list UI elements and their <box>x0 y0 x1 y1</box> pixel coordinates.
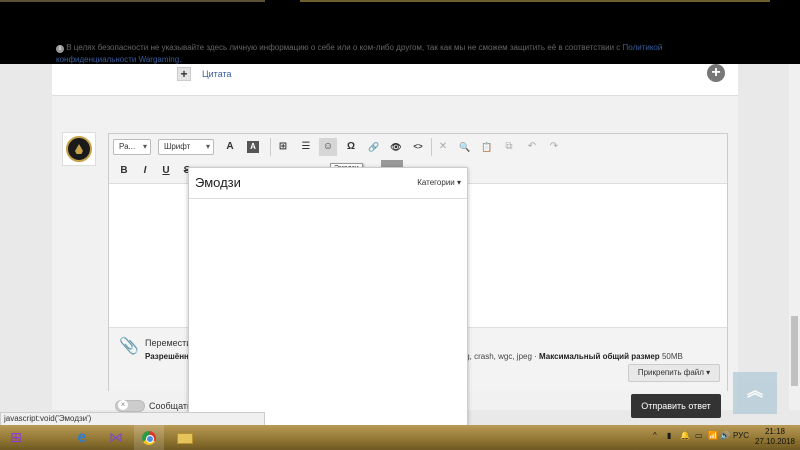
attach-hint: Перемести <box>145 338 192 348</box>
chrome-icon[interactable] <box>139 428 159 447</box>
send-reply-button[interactable]: Отправить ответ <box>631 394 721 418</box>
status-url: javascript:void('Эмодзи') <box>0 412 265 426</box>
tray-display-icon[interactable]: ▭ <box>695 431 703 440</box>
top-accent-line-right <box>300 0 770 2</box>
allowed-extensions: log, crash, wgc, jpeg · <box>459 352 537 361</box>
link-icon[interactable]: 🔗 <box>365 138 383 156</box>
tray-network-icon[interactable]: 📶 <box>708 431 718 440</box>
source-code-icon[interactable]: <> <box>409 138 427 156</box>
special-char-icon[interactable]: Ω <box>342 138 360 156</box>
text-color-icon[interactable]: A <box>221 138 239 156</box>
privacy-notice-text: В целях безопасности не указывайте здесь… <box>66 43 621 52</box>
taskbar: ⊞ e ⋈ ^ ▮ 🔔 ▭ 📶 🔊 РУС 21:18 27.10.2018 <box>0 425 800 450</box>
max-size-label: Максимальный общий размер <box>539 352 660 361</box>
tray-notification-icon[interactable]: 🔔 <box>680 431 690 440</box>
user-avatar <box>62 132 96 166</box>
taskbar-clock[interactable]: 21:18 27.10.2018 <box>752 427 798 447</box>
tray-volume-icon[interactable]: 🔊 <box>720 431 730 440</box>
underline-button[interactable]: U <box>157 162 175 180</box>
emoji-panel-divider <box>189 198 467 199</box>
info-icon: i <box>56 45 64 53</box>
page-scrollbar[interactable] <box>789 64 800 410</box>
emoji-categories-dropdown[interactable]: Категории ▾ <box>417 178 461 187</box>
privacy-notice: i В целях безопасности не указывайте зде… <box>56 42 676 66</box>
tray-battery-icon[interactable]: ▮ <box>667 431 671 440</box>
internet-explorer-icon[interactable]: e <box>72 428 92 447</box>
paperclip-icon: 📎 <box>119 338 139 355</box>
add-circle-button[interactable]: + <box>707 64 725 82</box>
allowed-label: Разрешённ <box>145 352 189 361</box>
scrollbar-thumb[interactable] <box>791 316 798 386</box>
toolbar-divider <box>431 138 432 156</box>
italic-button[interactable]: I <box>136 162 154 180</box>
tray-expand-icon[interactable]: ^ <box>653 431 657 440</box>
attach-file-button[interactable]: Прикрепить файл ▾ <box>628 364 720 382</box>
max-size-value: 50MB <box>661 352 683 361</box>
quote-expand-button[interactable]: + <box>177 67 191 81</box>
top-accent-line-left <box>0 0 265 2</box>
language-indicator[interactable]: РУС <box>733 431 749 440</box>
undo-icon[interactable]: ↶ <box>523 138 541 156</box>
clock-date: 27.10.2018 <box>754 437 796 446</box>
background-color-icon[interactable]: A <box>247 141 259 153</box>
toolbar-divider <box>270 138 271 156</box>
emoji-panel-title: Эмодзи <box>195 175 241 190</box>
notify-label: Сообщать <box>149 401 192 411</box>
quote-label[interactable]: Цитата <box>202 69 232 79</box>
cut-icon[interactable]: ✕ <box>434 138 452 156</box>
font-family-dropdown[interactable]: Шрифт <box>158 139 214 155</box>
privacy-notice-end: . <box>179 55 182 64</box>
preview-icon[interactable]: 👁 <box>387 138 405 156</box>
emoji-panel: Эмодзи Категории ▾ <box>188 167 468 427</box>
allowed-details: log, crash, wgc, jpeg · Максимальный общ… <box>459 352 683 361</box>
horizontal-rule-icon[interactable]: ☰ <box>297 138 315 156</box>
clock-time: 21:18 <box>764 427 786 436</box>
paste-icon[interactable]: 📋 <box>478 138 496 156</box>
quote-row: + Цитата + <box>52 64 738 96</box>
find-icon[interactable]: 🔍 <box>456 138 474 156</box>
visual-studio-icon[interactable]: ⋈ <box>106 428 126 447</box>
start-windows-icon[interactable]: ⊞ <box>6 428 26 447</box>
emoji-icon[interactable]: ☺ <box>319 138 337 156</box>
bold-button[interactable]: B <box>115 162 133 180</box>
file-explorer-icon[interactable] <box>175 428 195 447</box>
notify-toggle[interactable] <box>115 400 145 412</box>
redo-icon[interactable]: ↷ <box>545 138 563 156</box>
copy-icon[interactable]: ⧉ <box>500 138 518 156</box>
font-size-dropdown[interactable]: Ра... <box>113 139 151 155</box>
table-icon[interactable]: ⊞ <box>274 138 292 156</box>
ship-emblem-icon <box>66 136 92 162</box>
back-to-top-button[interactable]: ︽ <box>733 372 777 414</box>
